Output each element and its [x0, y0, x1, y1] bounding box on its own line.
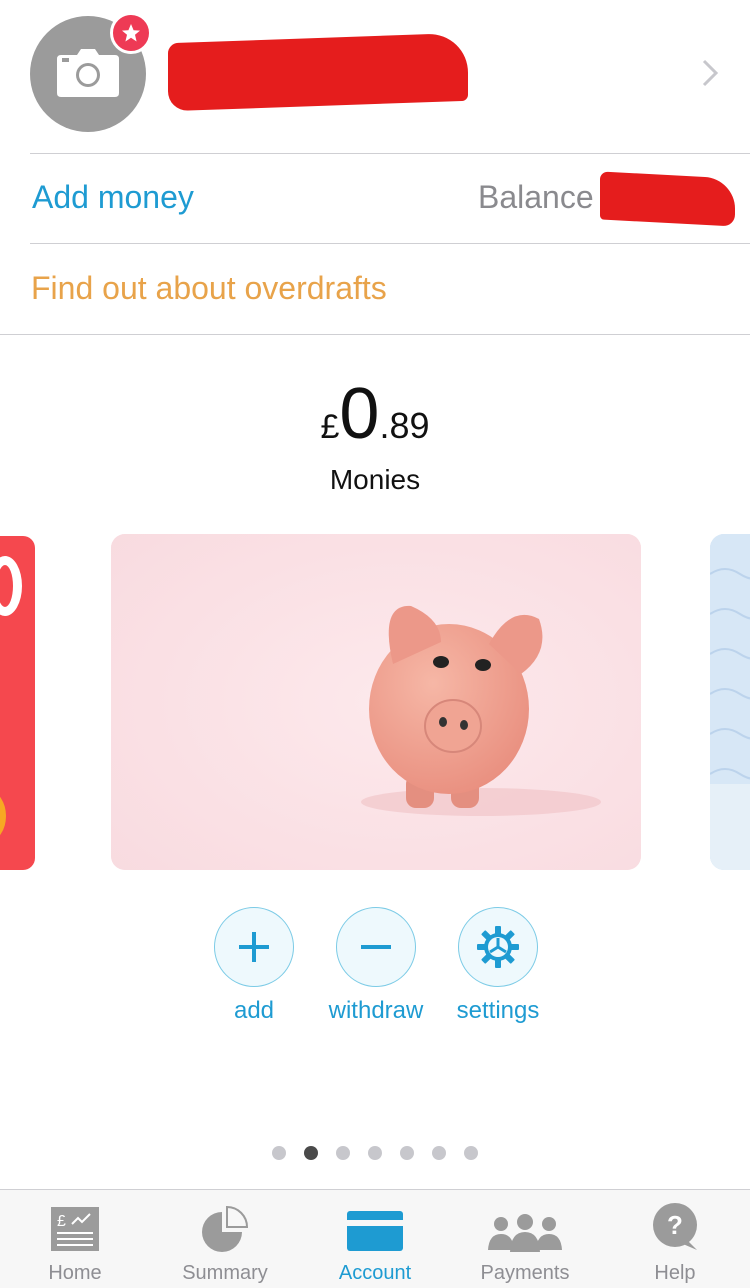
settings-label[interactable]: settings	[438, 997, 558, 1025]
tab-summary-label[interactable]: Summary	[150, 1262, 300, 1285]
gear-icon	[477, 926, 519, 968]
settings-action[interactable]: settings	[438, 907, 558, 1025]
profile-header[interactable]	[0, 0, 750, 154]
add-action[interactable]: add	[194, 907, 314, 1025]
card-coin-icon	[0, 791, 6, 841]
card-next[interactable]	[710, 534, 750, 870]
tab-payments[interactable]: Payments	[450, 1190, 600, 1288]
add-label[interactable]: add	[194, 997, 314, 1025]
svg-text:?: ?	[667, 1210, 683, 1240]
redacted-name	[168, 32, 468, 112]
tab-help[interactable]: ? Help	[600, 1190, 750, 1288]
withdraw-label[interactable]: withdraw	[316, 997, 436, 1025]
tab-account[interactable]: Account	[300, 1190, 450, 1288]
page-dot[interactable]	[336, 1146, 350, 1160]
card-previous[interactable]	[0, 536, 35, 870]
page-dot[interactable]	[368, 1146, 382, 1160]
balance-decimal: .89	[379, 405, 430, 446]
page-dot[interactable]	[400, 1146, 414, 1160]
pot-card-image[interactable]	[111, 534, 641, 870]
page-indicator[interactable]	[272, 1146, 478, 1160]
chevron-right-icon[interactable]	[700, 58, 720, 88]
camera-icon	[57, 49, 119, 97]
page-dot[interactable]	[432, 1146, 446, 1160]
help-icon: ?	[653, 1203, 697, 1250]
tab-account-label[interactable]: Account	[300, 1262, 450, 1285]
people-icon	[488, 1214, 562, 1252]
divider	[0, 334, 750, 335]
tab-bar: £ Home Summary Account Payments ? Help	[0, 1189, 750, 1288]
minus-icon	[361, 945, 391, 949]
pot-name: Monies	[329, 464, 421, 495]
overdraft-link[interactable]: Find out about overdrafts	[31, 270, 387, 307]
svg-text:£: £	[57, 1213, 66, 1230]
page-dot-active[interactable]	[304, 1146, 318, 1160]
pot-balance: £0.89	[0, 378, 750, 450]
tab-home-label[interactable]: Home	[0, 1262, 150, 1285]
balance-whole: 0	[339, 374, 380, 454]
page-dot[interactable]	[272, 1146, 286, 1160]
withdraw-action[interactable]: withdraw	[316, 907, 436, 1025]
tab-payments-label[interactable]: Payments	[450, 1262, 600, 1285]
star-badge	[110, 12, 152, 54]
redacted-balance	[600, 171, 735, 227]
card-circle-icon	[0, 556, 22, 616]
currency-symbol: £	[320, 408, 340, 446]
star-icon	[122, 24, 140, 42]
divider	[30, 153, 750, 154]
tab-help-label[interactable]: Help	[600, 1262, 750, 1285]
overdraft-row[interactable]: Find out about overdrafts	[0, 244, 750, 334]
page-dot[interactable]	[464, 1146, 478, 1160]
wave-pattern-image	[710, 534, 750, 870]
add-button[interactable]	[214, 907, 294, 987]
tab-summary[interactable]: Summary	[150, 1190, 300, 1288]
home-icon: £	[51, 1207, 99, 1251]
balance-label: Balance	[478, 179, 594, 215]
pie-chart-icon	[202, 1206, 248, 1252]
withdraw-button[interactable]	[336, 907, 416, 987]
settings-button[interactable]	[458, 907, 538, 987]
add-money-link[interactable]: Add money	[32, 179, 194, 216]
plus-icon	[239, 932, 269, 962]
account-row: Add money Balance	[0, 155, 750, 243]
card-icon	[347, 1211, 403, 1251]
tab-home[interactable]: £ Home	[0, 1190, 150, 1288]
piggy-bank-image	[111, 534, 641, 870]
